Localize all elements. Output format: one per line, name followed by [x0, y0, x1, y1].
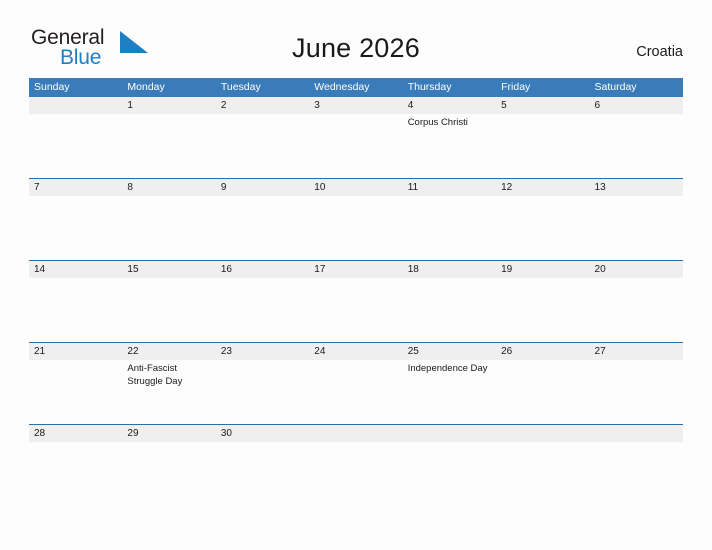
day-cell[interactable] — [403, 196, 496, 260]
day-number[interactable]: 12 — [496, 179, 589, 196]
day-cell[interactable] — [29, 114, 122, 178]
day-number[interactable]: 6 — [590, 97, 683, 114]
day-number[interactable]: 2 — [216, 97, 309, 114]
week-date-band: 14 15 16 17 18 19 20 — [29, 260, 683, 278]
day-number[interactable]: 7 — [29, 179, 122, 196]
weekday-header-sunday: Sunday — [34, 81, 70, 93]
calendar-grid: Sunday Monday Tuesday Wednesday Thursday… — [29, 78, 683, 442]
weekday-header-thursday: Thursday — [407, 81, 452, 93]
day-cell[interactable] — [309, 360, 402, 424]
calendar-page: General Blue June 2026 Croatia Sunday Mo… — [0, 0, 712, 550]
day-cell[interactable] — [216, 114, 309, 178]
day-number[interactable]: 23 — [216, 343, 309, 360]
weekday-header-monday: Monday — [127, 81, 165, 93]
event-label: Corpus Christi — [407, 117, 468, 128]
calendar-week-row: 7 8 9 10 11 12 13 — [29, 178, 683, 260]
day-number[interactable] — [29, 97, 122, 114]
day-cell[interactable] — [29, 278, 122, 342]
day-number[interactable]: 20 — [590, 261, 683, 278]
day-cell[interactable]: Anti-Fascist Struggle Day — [122, 360, 215, 424]
event-label: Anti-Fascist Struggle Day — [127, 363, 183, 387]
week-date-band: 7 8 9 10 11 12 13 — [29, 178, 683, 196]
day-cell[interactable] — [122, 278, 215, 342]
day-cell[interactable] — [496, 278, 589, 342]
week-date-band: 28 29 30 — [29, 424, 683, 442]
day-number[interactable] — [590, 425, 683, 442]
day-cell[interactable] — [216, 360, 309, 424]
day-cell[interactable]: Corpus Christi — [403, 114, 496, 178]
day-number[interactable] — [403, 425, 496, 442]
day-number[interactable]: 14 — [29, 261, 122, 278]
day-cell[interactable] — [590, 196, 683, 260]
day-number[interactable]: 22 — [122, 343, 215, 360]
day-cell[interactable]: Independence Day — [403, 360, 496, 424]
day-number[interactable]: 30 — [216, 425, 309, 442]
calendar-week-row: 1 2 3 4 5 6 Corpus Christi — [29, 97, 683, 178]
event-label: Independence Day — [407, 363, 488, 374]
day-number[interactable] — [496, 425, 589, 442]
day-number[interactable]: 17 — [309, 261, 402, 278]
day-number[interactable]: 10 — [309, 179, 402, 196]
day-cell[interactable] — [590, 114, 683, 178]
day-number[interactable]: 11 — [403, 179, 496, 196]
day-number[interactable]: 3 — [309, 97, 402, 114]
day-number[interactable]: 18 — [403, 261, 496, 278]
day-cell[interactable] — [122, 114, 215, 178]
day-cell[interactable] — [309, 196, 402, 260]
day-cell[interactable] — [590, 360, 683, 424]
day-number[interactable]: 8 — [122, 179, 215, 196]
weekday-header-row: Sunday Monday Tuesday Wednesday Thursday… — [29, 78, 683, 97]
day-number[interactable]: 5 — [496, 97, 589, 114]
day-number[interactable]: 27 — [590, 343, 683, 360]
calendar-week-row: 28 29 30 — [29, 424, 683, 442]
day-number[interactable]: 25 — [403, 343, 496, 360]
day-number[interactable]: 15 — [122, 261, 215, 278]
day-number[interactable]: 21 — [29, 343, 122, 360]
calendar-week-row: 21 22 23 24 25 26 27 Anti-Fascist Strugg… — [29, 342, 683, 424]
day-cell[interactable] — [29, 196, 122, 260]
week-body-row: Corpus Christi — [29, 114, 683, 178]
week-body-row — [29, 278, 683, 342]
day-number[interactable] — [309, 425, 402, 442]
calendar-week-row: 14 15 16 17 18 19 20 — [29, 260, 683, 342]
day-cell[interactable] — [590, 278, 683, 342]
day-cell[interactable] — [309, 278, 402, 342]
week-date-band: 1 2 3 4 5 6 — [29, 97, 683, 114]
day-cell[interactable] — [496, 196, 589, 260]
week-body-row — [29, 196, 683, 260]
day-cell[interactable] — [403, 278, 496, 342]
day-cell[interactable] — [309, 114, 402, 178]
day-number[interactable]: 9 — [216, 179, 309, 196]
day-number[interactable]: 29 — [122, 425, 215, 442]
weekday-header-wednesday: Wednesday — [314, 81, 370, 93]
day-number[interactable]: 28 — [29, 425, 122, 442]
day-cell[interactable] — [496, 360, 589, 424]
day-number[interactable]: 24 — [309, 343, 402, 360]
page-title: June 2026 — [292, 33, 420, 63]
day-cell[interactable] — [216, 278, 309, 342]
day-number[interactable]: 4 — [403, 97, 496, 114]
page-header: General Blue June 2026 Croatia — [0, 0, 712, 78]
weekday-header-friday: Friday — [501, 81, 531, 93]
day-cell[interactable] — [29, 360, 122, 424]
day-number[interactable]: 19 — [496, 261, 589, 278]
week-date-band: 21 22 23 24 25 26 27 — [29, 342, 683, 360]
weekday-header-saturday: Saturday — [594, 81, 637, 93]
day-cell[interactable] — [122, 196, 215, 260]
day-number[interactable]: 26 — [496, 343, 589, 360]
day-number[interactable]: 16 — [216, 261, 309, 278]
day-cell[interactable] — [496, 114, 589, 178]
day-number[interactable]: 13 — [590, 179, 683, 196]
weekday-header-tuesday: Tuesday — [220, 81, 261, 93]
day-cell[interactable] — [216, 196, 309, 260]
day-number[interactable]: 1 — [122, 97, 215, 114]
week-body-row: Anti-Fascist Struggle Day Independence D… — [29, 360, 683, 424]
country-label: Croatia — [636, 44, 683, 60]
